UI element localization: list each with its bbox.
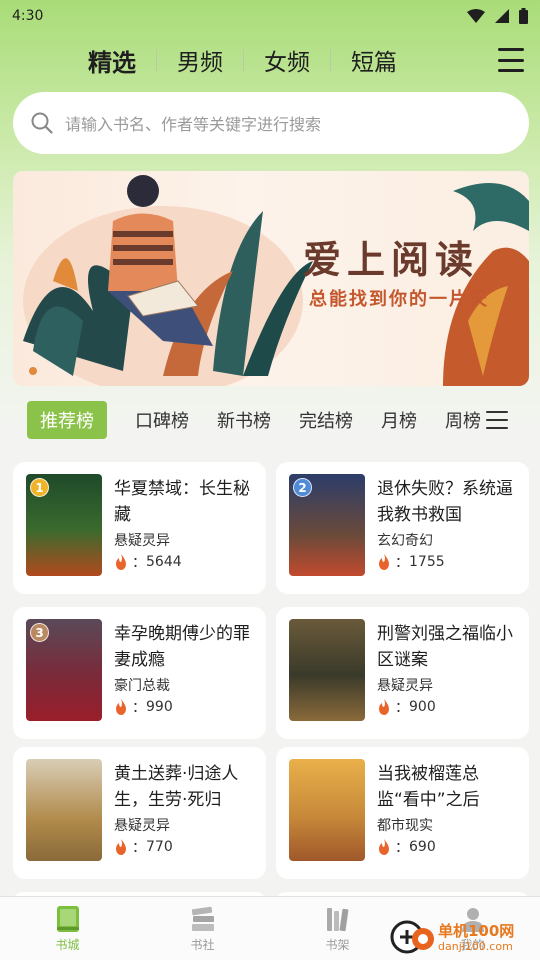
rank-menu-icon[interactable] xyxy=(486,411,508,429)
heat-value: 5644 xyxy=(146,554,182,570)
nav-bookstore[interactable]: 书城 xyxy=(0,897,135,960)
channel-tabs: 精选 男频 女频 短篇 xyxy=(88,43,417,78)
flame-icon xyxy=(379,698,389,715)
heat-prefix: ： xyxy=(395,840,409,856)
book-title: 退休失败？系统逼我教书救国 xyxy=(377,479,513,525)
tab-divider xyxy=(330,49,331,71)
tab-female[interactable]: 女频 xyxy=(264,43,330,77)
tab-divider xyxy=(156,49,157,71)
heat-prefix: ： xyxy=(395,555,409,571)
book-genre: 悬疑灵异 xyxy=(114,818,170,834)
book-heat: ： 690 xyxy=(377,837,517,857)
signal-icon xyxy=(495,9,509,23)
book-heat: ： 900 xyxy=(377,697,517,717)
wifi-icon xyxy=(467,9,485,23)
book-heat: ： 5644 xyxy=(114,552,254,572)
book-heat: ： 1755 xyxy=(377,552,517,572)
heat-value: 770 xyxy=(146,839,173,855)
tab-featured[interactable]: 精选 xyxy=(88,43,156,78)
heat-prefix: ： xyxy=(132,840,146,856)
book-cover xyxy=(289,619,365,721)
book-title: 幸孕晚期傅少的罪妻成瘾 xyxy=(114,624,250,670)
book-title: 华夏禁域：长生秘藏 xyxy=(114,479,250,525)
book-heat: ： 770 xyxy=(114,837,254,857)
rank-tab-completed[interactable]: 完结榜 xyxy=(299,407,353,433)
watermark: 单机100网 danji100.com xyxy=(390,914,540,960)
book-cover: 1 xyxy=(26,474,102,576)
rank-tab-new[interactable]: 新书榜 xyxy=(217,407,271,433)
status-bar: 4:30 xyxy=(0,0,540,32)
rank-tab-monthly[interactable]: 月榜 xyxy=(381,407,417,433)
flame-icon xyxy=(116,838,126,855)
book-genre: 都市现实 xyxy=(377,818,433,834)
heat-value: 690 xyxy=(409,839,436,855)
nav-label: 书架 xyxy=(325,938,350,952)
nav-label: 书城 xyxy=(55,938,80,952)
search-icon xyxy=(31,112,53,134)
nav-label: 书社 xyxy=(190,938,215,952)
books-stack-icon xyxy=(191,906,214,931)
flame-icon xyxy=(379,553,389,570)
rank-badge: 1 xyxy=(30,478,49,497)
book-card[interactable]: 刑警刘强之福临小区谜案 悬疑灵异 ： 900 xyxy=(276,607,529,739)
banner-title: 爱上阅读 xyxy=(303,237,480,282)
rank-tab-reputation[interactable]: 口碑榜 xyxy=(135,407,189,433)
watermark-logo-icon xyxy=(390,920,434,954)
book-cover xyxy=(289,759,365,861)
book-icon xyxy=(56,906,79,932)
status-icons xyxy=(467,8,528,24)
book-card[interactable]: 3 幸孕晚期傅少的罪妻成瘾 豪门总裁 ： 990 xyxy=(13,607,266,739)
nav-community[interactable]: 书社 xyxy=(135,897,270,960)
heat-prefix: ： xyxy=(132,555,146,571)
book-genre: 悬疑灵异 xyxy=(114,533,170,549)
book-card[interactable]: 黄土送葬·归途人生，生劳·死归 悬疑灵异 ： 770 xyxy=(13,747,266,879)
book-genre: 豪门总裁 xyxy=(114,678,170,694)
rank-tab-recommended[interactable]: 推荐榜 xyxy=(27,401,107,439)
banner-subtitle: 总能找到你的一片天 xyxy=(309,289,489,310)
book-title: 黄土送葬·归途人生，生劳·死归 xyxy=(114,764,239,810)
bookshelf-icon xyxy=(326,908,348,932)
book-cover: 3 xyxy=(26,619,102,721)
book-cover xyxy=(26,759,102,861)
watermark-url: danji100.com xyxy=(438,939,513,953)
rank-badge: 2 xyxy=(293,478,312,497)
search-placeholder: 请输入书名、作者等关键字进行搜索 xyxy=(65,115,322,134)
heat-value: 1755 xyxy=(409,554,445,570)
flame-icon xyxy=(379,838,389,855)
rank-tab-weekly[interactable]: 周榜 xyxy=(445,407,481,433)
book-card[interactable]: 1 华夏禁域：长生秘藏 悬疑灵异 ： 5644 xyxy=(13,462,266,594)
tab-male[interactable]: 男频 xyxy=(177,43,243,77)
book-title: 刑警刘强之福临小区谜案 xyxy=(377,624,513,670)
heat-value: 990 xyxy=(146,699,173,715)
channel-bar: 精选 男频 女频 短篇 xyxy=(0,40,540,80)
flame-icon xyxy=(116,698,126,715)
rank-tabs: 推荐榜 口碑榜 新书榜 完结榜 月榜 周榜 xyxy=(0,396,540,444)
menu-icon[interactable] xyxy=(498,48,524,72)
tab-short[interactable]: 短篇 xyxy=(351,43,417,77)
book-card[interactable]: 当我被榴莲总监“看中”之后 都市现实 ： 690 xyxy=(276,747,529,879)
rank-badge: 3 xyxy=(30,623,49,642)
heat-prefix: ： xyxy=(132,700,146,716)
book-heat: ： 990 xyxy=(114,697,254,717)
book-genre: 玄幻奇幻 xyxy=(377,533,433,549)
book-cover: 2 xyxy=(289,474,365,576)
nav-bookshelf[interactable]: 书架 xyxy=(270,897,405,960)
watermark-text: 单机100网 xyxy=(438,921,515,940)
status-time: 4:30 xyxy=(12,8,44,24)
search-input[interactable]: 请输入书名、作者等关键字进行搜索 xyxy=(13,92,529,154)
book-genre: 悬疑灵异 xyxy=(377,678,433,694)
heat-prefix: ： xyxy=(395,700,409,716)
book-title: 当我被榴莲总监“看中”之后 xyxy=(377,764,480,810)
heat-value: 900 xyxy=(409,699,436,715)
promo-banner[interactable]: 爱上阅读 总能找到你的一片天 xyxy=(13,171,529,386)
flame-icon xyxy=(116,553,126,570)
battery-icon xyxy=(519,8,528,24)
book-card[interactable]: 2 退休失败？系统逼我教书救国 玄幻奇幻 ： 1755 xyxy=(276,462,529,594)
tab-divider xyxy=(243,49,244,71)
